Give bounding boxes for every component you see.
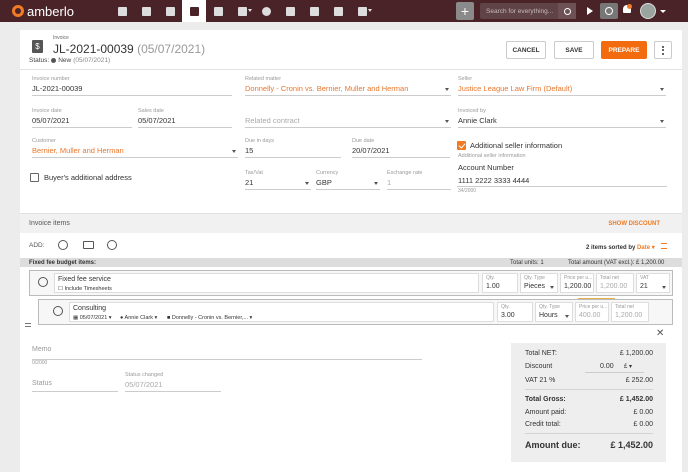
chevron-down-icon[interactable] bbox=[660, 10, 666, 13]
close-icon[interactable]: ✕ bbox=[656, 328, 664, 339]
add-product-icon[interactable] bbox=[83, 241, 94, 249]
invoice-icon: $ bbox=[32, 40, 43, 53]
line-item-fixed-fee[interactable]: Fixed fee service ☐ Include Timesheets Q… bbox=[29, 270, 673, 296]
sort-order-icon[interactable] bbox=[661, 243, 667, 249]
due-date-field[interactable]: Due date 20/07/2021 bbox=[352, 138, 450, 158]
invoice-items-header: Invoice items SHOW DISCOUNT bbox=[20, 213, 682, 233]
discount-row: Discount 0.00 £ ▾ bbox=[525, 363, 653, 373]
dollar-icon bbox=[38, 277, 48, 287]
contacts-icon[interactable] bbox=[134, 0, 158, 22]
status-changed-field: Status changed 05/07/2021 bbox=[125, 372, 221, 392]
total-net-field: Total net 1,200.00 bbox=[596, 273, 634, 293]
customer-field[interactable]: Customer Bernier, Muller and Herman bbox=[32, 138, 238, 158]
clock-icon bbox=[53, 306, 63, 316]
memo-count: 0/2000 bbox=[32, 360, 48, 366]
qty-field[interactable]: Qty. 1.00 bbox=[482, 273, 518, 293]
add-items-row: ADD: 2 items sorted by Date ▾ bbox=[20, 234, 682, 256]
add-time-icon[interactable] bbox=[58, 240, 68, 250]
vat-field[interactable]: VAT 21 bbox=[636, 273, 670, 293]
price-field[interactable]: Price per u... 1,200.00 bbox=[560, 273, 594, 293]
page-title: JL-2021-00039 (05/07/2021) bbox=[53, 42, 206, 56]
invoices-icon[interactable] bbox=[182, 0, 206, 22]
status-line: Status: New (05/07/2021) bbox=[29, 57, 111, 64]
invoice-number-field[interactable]: Invoice number JL-2021-00039 bbox=[32, 76, 232, 96]
seller-info-line-1[interactable]: Account Number bbox=[458, 163, 514, 172]
related-contract-field[interactable]: Related contract bbox=[245, 108, 451, 128]
dashboard-icon[interactable] bbox=[110, 0, 134, 22]
seller-info-line-2[interactable]: 1111 2222 3333 4444 bbox=[458, 176, 529, 185]
seller-info-count: 34/2000 bbox=[458, 188, 477, 194]
invoiced-by-field[interactable]: Invoiced by Annie Clark bbox=[458, 108, 666, 128]
amberlo-logo[interactable]: amberlo bbox=[12, 4, 110, 19]
create-new-button[interactable]: + bbox=[456, 2, 474, 20]
additional-seller-label: Additional seller information bbox=[470, 141, 563, 150]
exchange-rate-field[interactable]: Exchange rate 1 bbox=[387, 170, 451, 190]
totals-panel: Total NET: £ 1,200.00 Discount 0.00 £ ▾ V… bbox=[511, 343, 666, 462]
notifications-icon[interactable] bbox=[622, 4, 632, 16]
item-person[interactable]: ● Annie Clark ▾ bbox=[120, 315, 157, 321]
item-name-field[interactable]: Consulting ▦ 05/07/2021 ▾ ● Annie Clark … bbox=[69, 302, 494, 322]
show-discount-button[interactable]: SHOW DISCOUNT bbox=[608, 221, 660, 227]
sales-date-field[interactable]: Sales date 05/07/2021 bbox=[138, 108, 232, 128]
seller-info-underline bbox=[457, 186, 667, 187]
logo-icon bbox=[12, 5, 24, 17]
drag-handle-icon[interactable] bbox=[25, 323, 31, 327]
avatar[interactable] bbox=[640, 3, 656, 19]
qty-type-field[interactable]: Qty. Type Hours bbox=[535, 302, 573, 322]
document-type: Invoice bbox=[53, 35, 69, 41]
buyer-address-label: Buyer's additional address bbox=[44, 173, 132, 182]
timer-icon[interactable] bbox=[600, 3, 618, 19]
vat-row: VAT 21 % £ 252.00 bbox=[525, 377, 653, 384]
item-date[interactable]: ▦ 05/07/2021 ▾ bbox=[73, 315, 112, 321]
play-icon[interactable] bbox=[582, 3, 598, 19]
line-item-consulting[interactable]: Consulting ▦ 05/07/2021 ▾ ● Annie Clark … bbox=[38, 299, 673, 325]
seller-field[interactable]: Seller Justice League Law Firm (Default) bbox=[458, 76, 666, 96]
credit-total-row: Credit total: £ 0.00 bbox=[525, 421, 653, 428]
mail-icon[interactable] bbox=[326, 0, 350, 22]
budget-items-bar: Fixed fee budget items: Total units: 1 T… bbox=[20, 258, 682, 267]
total-net-row: Total NET: £ 1,200.00 bbox=[525, 350, 653, 357]
invoice-sheet: $ Invoice JL-2021-00039 (05/07/2021) Sta… bbox=[20, 30, 682, 472]
discount-currency-select[interactable]: £ ▾ bbox=[624, 363, 644, 373]
tax-field[interactable]: Tax/Vat 21 bbox=[245, 170, 311, 190]
seller-info-label: Additional seller information bbox=[458, 153, 526, 159]
time-icon[interactable] bbox=[254, 0, 278, 22]
total-gross-row: Total Gross: £ 1,452.00 bbox=[525, 396, 653, 403]
add-expense-icon[interactable] bbox=[107, 240, 117, 250]
calendar-icon[interactable] bbox=[230, 0, 254, 22]
due-in-days-field[interactable]: Due in days 15 bbox=[245, 138, 341, 158]
item-name-field[interactable]: Fixed fee service ☐ Include Timesheets bbox=[54, 273, 479, 293]
top-navigation-bar: amberlo + Search for everything... bbox=[0, 0, 688, 22]
status-field[interactable]: Status bbox=[32, 378, 118, 392]
amount-due-row: Amount due: £ 1,452.00 bbox=[525, 440, 653, 450]
include-timesheets-option[interactable]: ☐ Include Timesheets bbox=[58, 286, 112, 292]
folder-icon[interactable] bbox=[278, 0, 302, 22]
amount-paid-row: Amount paid: £ 0.00 bbox=[525, 409, 653, 416]
cancel-button[interactable]: CANCEL bbox=[506, 41, 546, 59]
more-options-icon[interactable] bbox=[654, 41, 672, 59]
finance-icon[interactable] bbox=[206, 0, 230, 22]
documents-icon[interactable] bbox=[302, 0, 326, 22]
status-badge: New bbox=[58, 57, 72, 64]
buyer-address-checkbox[interactable] bbox=[30, 173, 39, 182]
save-button[interactable]: SAVE bbox=[554, 41, 594, 59]
additional-seller-checkbox[interactable] bbox=[457, 141, 466, 150]
sort-label[interactable]: 2 items sorted by Date ▾ bbox=[586, 244, 655, 251]
matters-icon[interactable] bbox=[158, 0, 182, 22]
invoice-date-field[interactable]: Invoice date 05/07/2021 bbox=[32, 108, 132, 128]
related-matter-field[interactable]: Related matter Donnelly - Cronin vs. Bern… bbox=[245, 76, 451, 96]
status-dot-icon bbox=[51, 58, 57, 63]
more-icon[interactable] bbox=[350, 0, 374, 22]
search-icon[interactable] bbox=[558, 3, 576, 19]
qty-field[interactable]: Qty. 3.00 bbox=[497, 302, 533, 322]
memo-field[interactable]: Memo bbox=[32, 346, 422, 360]
qty-type-field[interactable]: Qty. Type Pieces bbox=[520, 273, 558, 293]
item-matter[interactable]: ■ Donnelly - Cronin vs. Bernier,... ▾ bbox=[167, 315, 252, 321]
price-field[interactable]: Price per u... 400.00 bbox=[575, 302, 609, 322]
total-net-field: Total net 1,200.00 bbox=[611, 302, 649, 322]
invoice-header: $ Invoice JL-2021-00039 (05/07/2021) Sta… bbox=[20, 30, 682, 70]
currency-field[interactable]: Currency GBP bbox=[316, 170, 380, 190]
prepare-button[interactable]: PREPARE bbox=[601, 41, 647, 59]
